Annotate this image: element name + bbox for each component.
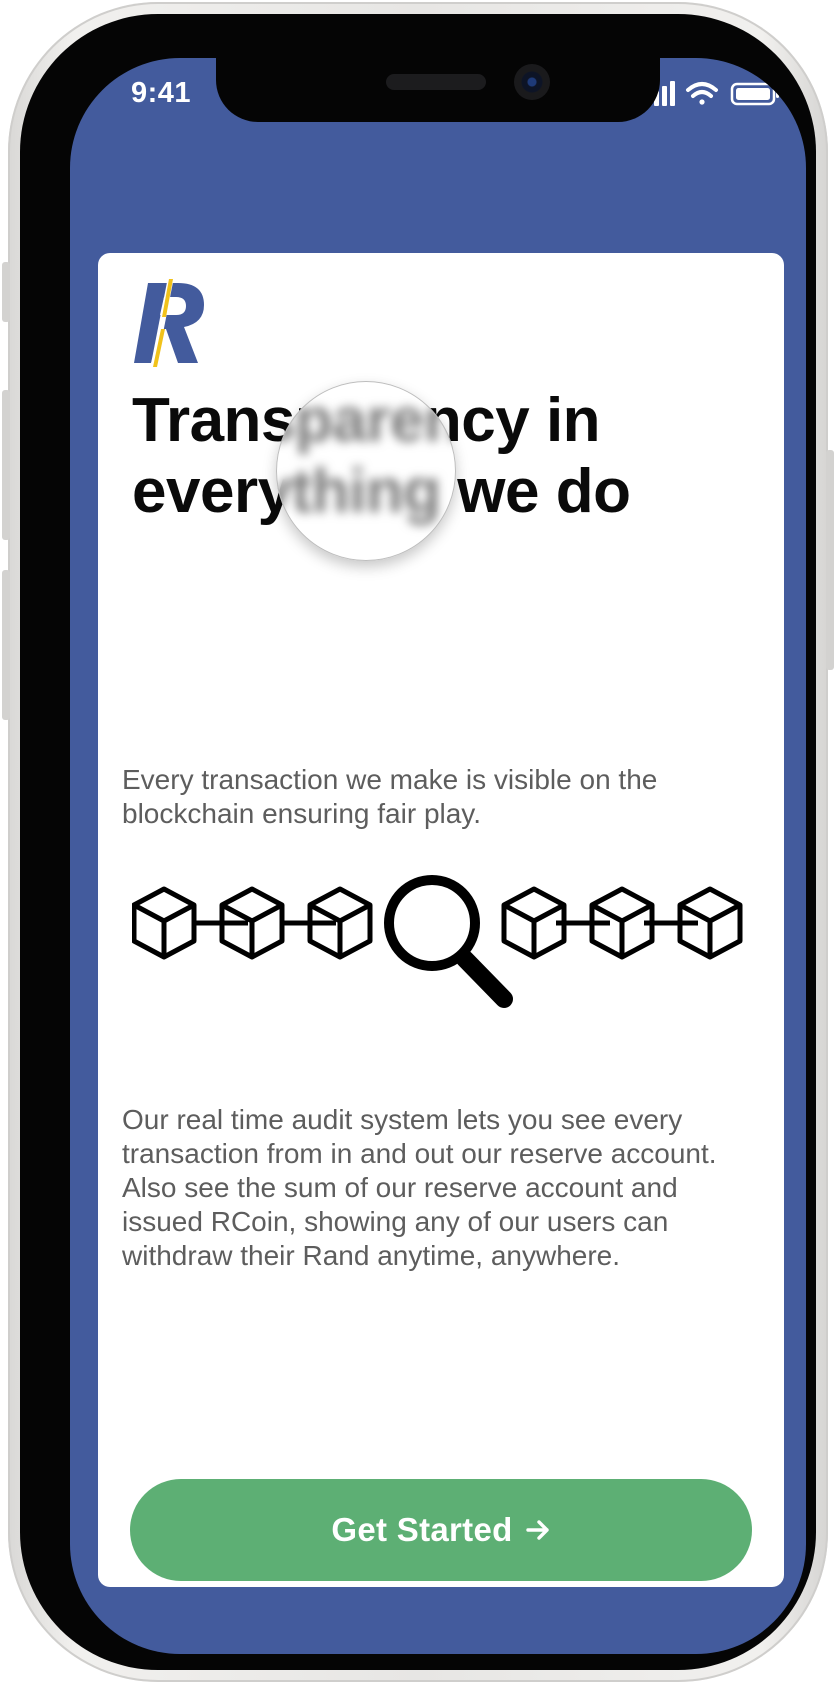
phone-side-button: [2, 262, 10, 322]
phone-volume-down-button: [2, 570, 10, 720]
status-time: 9:41: [131, 77, 192, 109]
earpiece-speaker: [386, 74, 486, 90]
front-camera: [514, 64, 550, 100]
search-icon: [384, 875, 513, 1008]
audit-description-text: Our real time audit system lets you see …: [122, 1104, 717, 1271]
block-cube-icon: [134, 889, 194, 957]
app-screen: 9:41 Transparency in everything we do Ev…: [70, 58, 806, 1654]
phone-power-button: [826, 450, 834, 670]
intro-text: Every transaction we make is visible on …: [122, 764, 658, 829]
get-started-button[interactable]: Get Started: [130, 1479, 752, 1581]
status-icons: [646, 81, 779, 106]
blockchain-audit-illustration: [132, 875, 758, 1008]
get-started-label: Get Started: [331, 1511, 513, 1548]
onboarding-card: Transparency in everything we do Every t…: [98, 253, 784, 1587]
phone-bezel: 9:41 Transparency in everything we do Ev…: [20, 14, 816, 1670]
brand-logo-icon: [134, 277, 204, 369]
phone-notch: [216, 58, 660, 122]
magnifier-lens-overlay: [276, 381, 456, 561]
wifi-icon: [686, 82, 718, 105]
battery-icon: [730, 82, 779, 106]
arrow-right-icon: [525, 1520, 549, 1540]
block-cube-icon: [504, 889, 564, 957]
phone-volume-up-button: [2, 390, 10, 540]
